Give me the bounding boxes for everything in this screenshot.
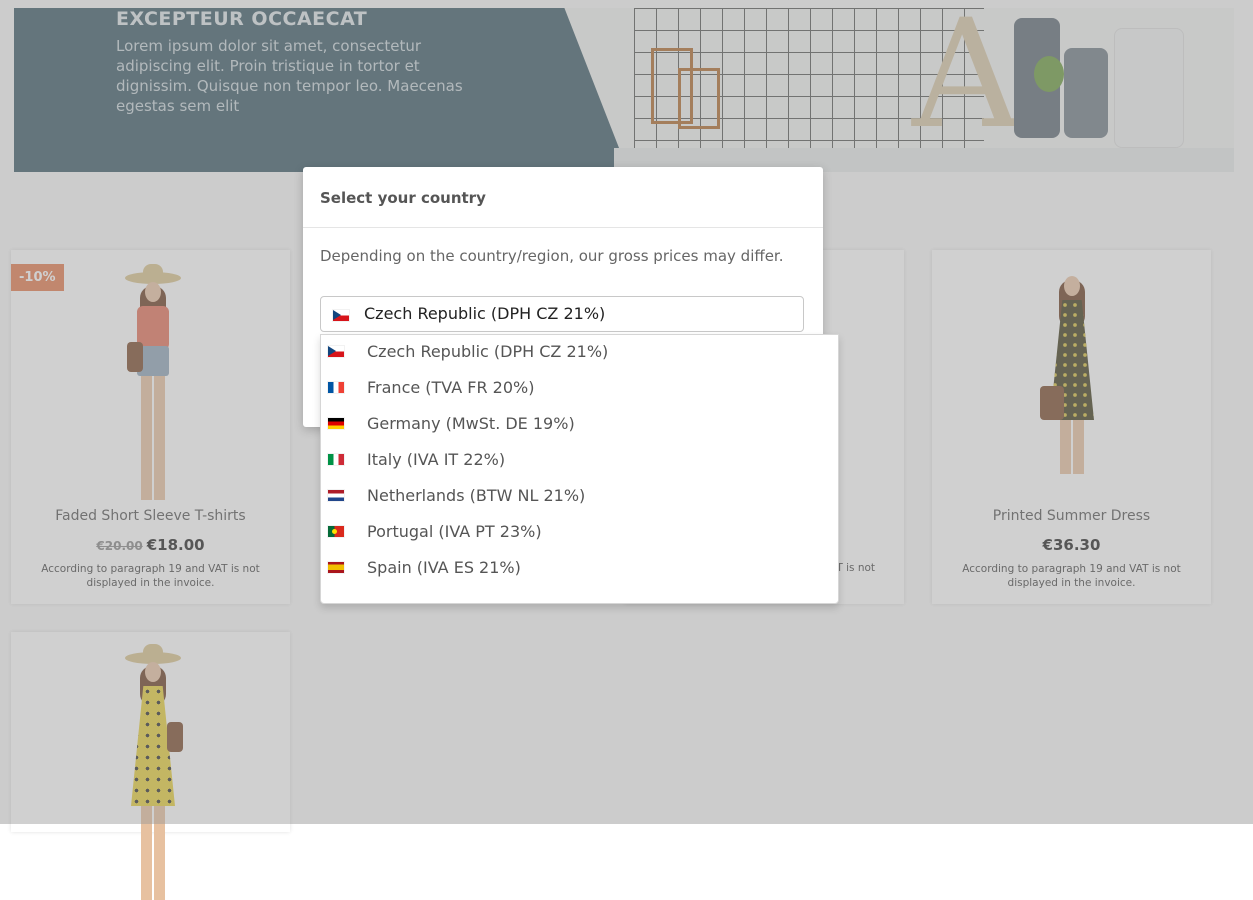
country-option-label: Italy (IVA IT 22%) — [367, 450, 506, 469]
flag-pt-icon — [328, 526, 344, 537]
modal-divider — [303, 227, 823, 228]
flag-cz-icon — [328, 346, 344, 357]
modal-title: Select your country — [320, 189, 486, 207]
country-option-czech-republic[interactable]: Czech Republic (DPH CZ 21%) — [321, 335, 838, 369]
country-option-spain[interactable]: Spain (IVA ES 21%) — [321, 551, 838, 585]
flag-cz-icon — [333, 310, 349, 321]
country-option-netherlands[interactable]: Netherlands (BTW NL 21%) — [321, 479, 838, 513]
country-option-italy[interactable]: Italy (IVA IT 22%) — [321, 443, 838, 477]
country-option-germany[interactable]: Germany (MwSt. DE 19%) — [321, 407, 838, 441]
country-option-label: Germany (MwSt. DE 19%) — [367, 414, 575, 433]
country-select[interactable]: Czech Republic (DPH CZ 21%) — [320, 296, 804, 332]
country-option-label: Spain (IVA ES 21%) — [367, 558, 521, 577]
flag-es-icon — [328, 562, 344, 573]
flag-nl-icon — [328, 490, 344, 501]
selected-country: Czech Republic (DPH CZ 21%) — [364, 304, 606, 323]
modal-description: Depending on the country/region, our gro… — [320, 247, 784, 265]
country-option-label: Portugal (IVA PT 23%) — [367, 522, 542, 541]
flag-de-icon — [328, 418, 344, 429]
country-option-france[interactable]: France (TVA FR 20%) — [321, 371, 838, 405]
flag-fr-icon — [328, 382, 344, 393]
country-option-label: Netherlands (BTW NL 21%) — [367, 486, 586, 505]
country-option-label: France (TVA FR 20%) — [367, 378, 535, 397]
flag-it-icon — [328, 454, 344, 465]
country-option-portugal[interactable]: Portugal (IVA PT 23%) — [321, 515, 838, 549]
country-option-label: Czech Republic (DPH CZ 21%) — [367, 342, 609, 361]
country-dropdown-list[interactable]: Czech Republic (DPH CZ 21%) France (TVA … — [320, 334, 839, 604]
